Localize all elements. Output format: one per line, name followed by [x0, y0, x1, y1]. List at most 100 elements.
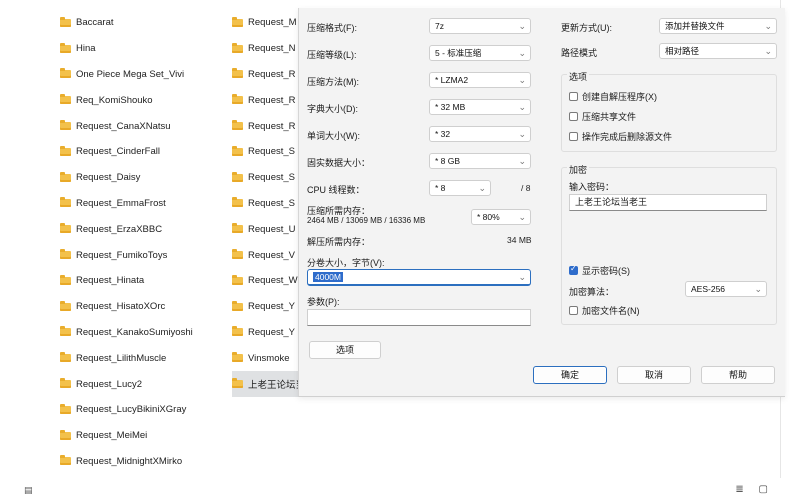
file-list-item[interactable]: Request_W	[232, 268, 302, 294]
volume-input[interactable]: 4000M ⌄	[307, 269, 531, 286]
file-list-item[interactable]: Request_Lucy2	[60, 371, 210, 397]
file-list-item[interactable]: Request_V	[232, 242, 302, 268]
view-toggle-icons[interactable]: ≣ ▢	[735, 484, 774, 495]
file-list-item[interactable]: Request_S	[232, 191, 302, 217]
file-list-item[interactable]: Request_FumikoToys	[60, 242, 210, 268]
file-list-item[interactable]: Request_R	[232, 62, 302, 88]
chevron-down-icon: ⌄	[518, 48, 526, 58]
folder-icon	[60, 403, 71, 414]
folder-icon	[60, 274, 71, 285]
update-select[interactable]: 添加并替换文件 ⌄	[659, 18, 777, 34]
format-select[interactable]: 7z ⌄	[429, 18, 531, 34]
file-list-item[interactable]: Request_MeiMei	[60, 423, 210, 449]
cpu-select[interactable]: * 8 ⌄	[429, 180, 491, 196]
mem-decomp-label: 解压所需内存：	[307, 237, 371, 247]
path-select[interactable]: 相对路径 ⌄	[659, 43, 777, 59]
file-list-item[interactable]: Request_Daisy	[60, 165, 210, 191]
file-name: Request_Y	[248, 301, 296, 313]
file-list-item[interactable]: Request_S	[232, 165, 302, 191]
file-list-item[interactable]: One Piece Mega Set_Vivi	[60, 62, 210, 88]
level-select[interactable]: 5 - 标准压缩 ⌄	[429, 45, 531, 61]
method-select[interactable]: * LZMA2 ⌄	[429, 72, 531, 88]
format-label: 压缩格式(F):	[307, 23, 357, 33]
file-list-item[interactable]: Request_HisatoXOrc	[60, 294, 210, 320]
cpu-label: CPU 线程数：	[307, 185, 365, 195]
file-name: Request_LucyBikiniXGray	[76, 404, 187, 416]
cancel-button[interactable]: 取消	[617, 366, 691, 384]
checkbox-icon[interactable]	[569, 306, 578, 315]
file-list-item[interactable]: Request_KanakoSumiyoshi	[60, 320, 210, 346]
file-name: Request_Y	[248, 326, 296, 338]
mem-percent-select[interactable]: * 80% ⌄	[471, 209, 531, 225]
file-list-item[interactable]: Baccarat	[60, 10, 210, 36]
file-list-item[interactable]: Request_CanaXNatsu	[60, 113, 210, 139]
opt-sfx-checkbox[interactable]: 创建自解压程序(X)	[569, 90, 657, 103]
file-list-item[interactable]: Request_S	[232, 139, 302, 165]
chevron-down-icon: ⌄	[518, 102, 526, 112]
chevron-down-icon: ⌄	[518, 75, 526, 85]
password-input[interactable]: 上老王论坛当老王	[569, 194, 767, 211]
file-list-item[interactable]: Request_U	[232, 216, 302, 242]
file-list-item[interactable]: Request_EmmaFrost	[60, 191, 210, 217]
options-button[interactable]: 选项	[309, 341, 381, 359]
file-list-item[interactable]: Request_CinderFall	[60, 139, 210, 165]
volume-label: 分卷大小，字节(V):	[307, 258, 385, 268]
opt-delete-checkbox[interactable]: 操作完成后删除源文件	[569, 130, 672, 143]
help-button[interactable]: 帮助	[701, 366, 775, 384]
file-list-item[interactable]: Request_LilithMuscle	[60, 345, 210, 371]
solid-label: 固实数据大小：	[307, 158, 371, 168]
file-list-item[interactable]: Req_KomiShouko	[60, 87, 210, 113]
enc-names-checkbox[interactable]: 加密文件名(N)	[569, 304, 640, 317]
file-list-item[interactable]: 上老王论坛当老王	[232, 371, 302, 397]
folder-icon	[60, 42, 71, 53]
file-name: Req_KomiShouko	[76, 94, 153, 106]
path-label: 路径模式	[561, 48, 598, 58]
folder-icon	[60, 16, 71, 27]
details-icon[interactable]: ▤	[24, 485, 33, 496]
params-input[interactable]	[307, 309, 531, 326]
opt-shared-checkbox[interactable]: 压缩共享文件	[569, 110, 636, 123]
file-list-item[interactable]: Request_Hinata	[60, 268, 210, 294]
file-list-item[interactable]: Request_MidnightXMirko	[60, 449, 210, 475]
file-list-item[interactable]: Request_LucyBikiniXGray	[60, 397, 210, 423]
file-list-item[interactable]: Request_ErzaXBBC	[60, 216, 210, 242]
file-list-item[interactable]: Request_Y	[232, 320, 302, 346]
checkbox-icon[interactable]	[569, 132, 578, 141]
chevron-down-icon: ⌄	[518, 156, 526, 166]
folder-icon	[232, 94, 243, 105]
solid-select[interactable]: * 8 GB ⌄	[429, 153, 531, 169]
chevron-down-icon: ⌄	[518, 129, 526, 139]
enc-method-select[interactable]: AES-256 ⌄	[685, 281, 767, 297]
file-name: Request_S	[248, 172, 296, 184]
file-list-item[interactable]: Request_R	[232, 113, 302, 139]
checkbox-icon[interactable]	[569, 264, 578, 275]
folder-icon	[60, 300, 71, 311]
file-list-item[interactable]: Request_N	[232, 36, 302, 62]
folder-icon	[232, 352, 243, 363]
path-value: 相对路径	[665, 46, 700, 56]
ok-button[interactable]: 确定	[533, 366, 607, 384]
word-select[interactable]: * 32 ⌄	[429, 126, 531, 142]
file-list-item[interactable]: Vinsmoke	[232, 345, 302, 371]
checkbox-icon[interactable]	[569, 112, 578, 121]
cpu-value: * 8	[435, 183, 446, 193]
folder-icon	[60, 197, 71, 208]
file-list-item[interactable]: Request_Y	[232, 294, 302, 320]
folder-icon	[232, 326, 243, 337]
folder-icon	[60, 171, 71, 182]
folder-icon	[60, 455, 71, 466]
folder-icon	[232, 145, 243, 156]
chevron-down-icon: ⌄	[764, 46, 772, 56]
file-name: Hina	[76, 43, 96, 55]
show-password-checkbox[interactable]: 显示密码(S)	[569, 264, 630, 277]
file-name: Request_FumikoToys	[76, 249, 168, 261]
file-name: Request_MidnightXMirko	[76, 455, 183, 467]
level-label: 压缩等级(L):	[307, 50, 357, 60]
file-list-item[interactable]: Hina	[60, 36, 210, 62]
show-password-label: 显示密码(S)	[582, 266, 630, 276]
file-list-item[interactable]: Request_R	[232, 87, 302, 113]
dict-select[interactable]: * 32 MB ⌄	[429, 99, 531, 115]
file-list-item[interactable]: Request_M	[232, 10, 302, 36]
file-name: Request_EmmaFrost	[76, 197, 166, 209]
checkbox-icon[interactable]	[569, 92, 578, 101]
